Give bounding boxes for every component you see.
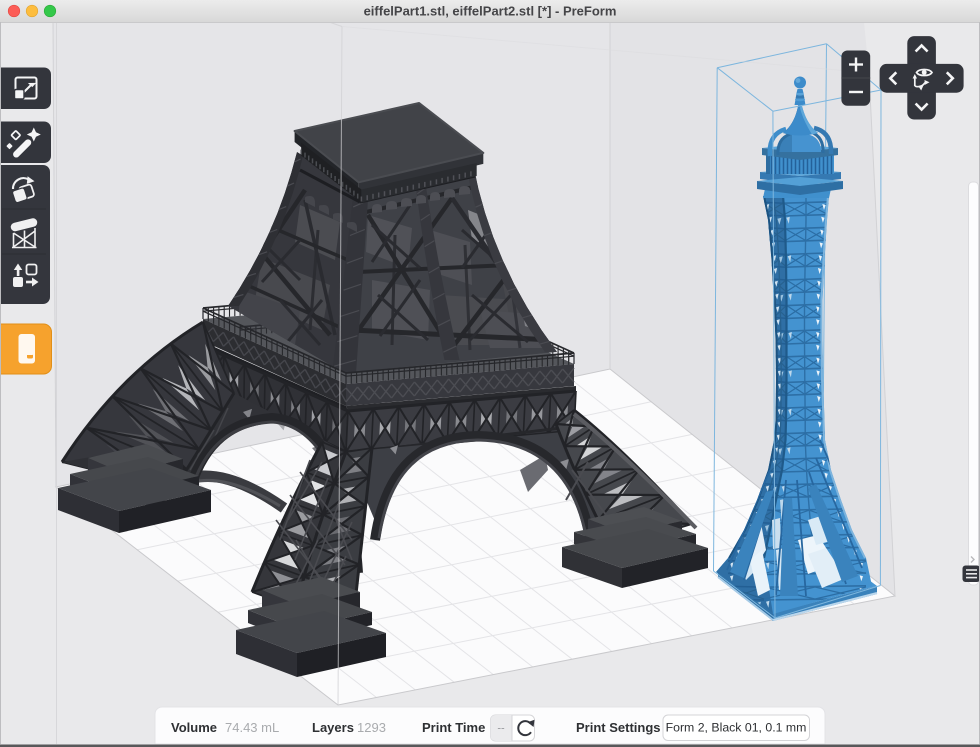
svg-text:74.43 mL: 74.43 mL (225, 720, 279, 735)
svg-text:Print Time: Print Time (422, 720, 485, 735)
svg-text:eiffelPart1.stl, eiffelPart2.s: eiffelPart1.stl, eiffelPart2.stl [*] - P… (364, 4, 617, 19)
svg-text:Print Settings: Print Settings (576, 720, 661, 735)
svg-text:Form 2, Black 01, 0.1 mm: Form 2, Black 01, 0.1 mm (666, 721, 807, 735)
svg-text:Layers: Layers (312, 720, 354, 735)
svg-text:--: -- (497, 723, 505, 735)
svg-text:Volume: Volume (171, 720, 217, 735)
svg-text:1293: 1293 (357, 720, 386, 735)
